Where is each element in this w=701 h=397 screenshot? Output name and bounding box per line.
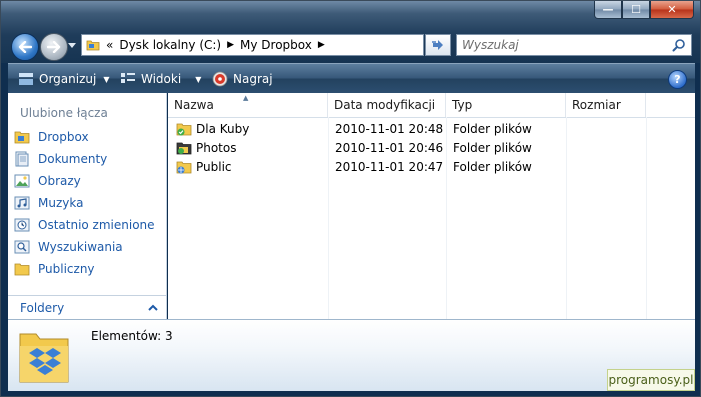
sidebar-item-music[interactable]: Muzyka [14,193,83,213]
minimize-button[interactable]: — [594,1,622,19]
close-icon: ✕ [667,3,677,16]
burn-label: Nagraj [233,72,273,86]
file-type: Folder plików [453,140,532,155]
file-name: Photos [196,140,237,155]
refresh-button[interactable] [425,34,451,56]
maximize-icon: ☐ [631,3,641,16]
file-list: ▲ Nazwa Data modyfikacji Typ Rozmiar Dla… [168,93,695,319]
search-input[interactable]: Wyszukaj [462,38,670,52]
organize-label: Organizuj [39,72,97,86]
chevron-right-icon[interactable]: ▶ [227,40,234,50]
file-name-cell[interactable]: Photos [176,140,236,156]
views-icon [121,73,135,83]
folders-label: Foldery [20,300,65,315]
explorer-window: — ☐ ✕ « Dysk lokalny (C:) ▶ My Dropbox ▶… [0,0,701,397]
details-pane: Elementów: 3 [8,319,695,391]
column-label: Typ [452,98,473,112]
address-overflow[interactable]: « [106,38,113,52]
chevron-up-icon [148,304,158,311]
table-row[interactable]: Public 2010-11-01 20:47 Folder plików [168,157,695,176]
music-icon [14,196,30,210]
search-icon[interactable] [670,36,688,54]
close-button[interactable]: ✕ [650,1,694,19]
sidebar-item-label: Wyszukiwania [38,240,123,254]
arrow-right-icon [47,41,61,53]
file-name: Dla Kuby [196,121,250,136]
views-menu[interactable]: Widoki ▼ [120,70,201,88]
public-folder-icon [176,161,192,173]
column-header-type[interactable]: Typ [446,93,566,117]
favorite-links-title: Ulubione łącza [20,106,108,120]
sidebar-item-dropbox[interactable]: Dropbox [14,127,89,147]
sidebar-item-label: Dropbox [38,130,89,144]
search-box[interactable]: Wyszukaj [456,34,692,56]
pictures-icon [14,174,30,188]
sidebar-item-label: Dokumenty [38,152,108,166]
burn-button[interactable]: Nagraj [212,70,273,88]
chevron-right-icon[interactable]: ▶ [318,40,325,50]
sidebar-item-label: Publiczny [38,262,95,276]
item-count: Elementów: 3 [91,329,173,343]
sort-ascending-icon: ▲ [243,94,249,102]
back-button[interactable] [11,33,39,61]
column-label: Nazwa [174,98,214,112]
shared-folder-icon [176,123,192,135]
sidebar-item-label: Ostatnio zmienione [38,218,155,232]
file-type: Folder plików [453,121,532,136]
file-name-cell[interactable]: Dla Kuby [176,121,249,137]
column-headers: ▲ Nazwa Data modyfikacji Typ Rozmiar [168,93,695,118]
help-button[interactable]: ? [668,70,687,89]
command-bar: Organizuj ▼ Widoki ▼ Nagraj ? [8,63,695,93]
recent-icon [14,218,30,232]
forward-button[interactable] [40,33,68,61]
column-label: Rozmiar [572,98,621,112]
breadcrumb-my-dropbox[interactable]: My Dropbox [240,38,312,52]
dropbox-folder-icon [19,333,69,383]
searches-icon [14,240,30,254]
navigation-pane: Ulubione łącza Dropbox Dokumenty Obrazy … [8,93,167,319]
column-header-size[interactable]: Rozmiar [566,93,646,117]
column-header-date[interactable]: Data modyfikacji [328,93,446,117]
file-name: Public [196,159,232,174]
recent-pages-dropdown[interactable] [67,41,77,51]
arrow-left-icon [18,41,32,53]
documents-icon [15,151,29,167]
table-row[interactable]: Photos 2010-11-01 20:46 Folder plików [168,138,695,157]
dropbox-folder-icon [14,131,30,144]
caret-down-icon: ▼ [103,74,110,84]
views-label: Widoki [141,72,182,86]
minimize-icon: — [602,3,614,16]
sidebar-item-label: Obrazy [38,174,81,188]
disc-burn-icon [212,71,228,87]
photos-folder-icon [176,142,192,154]
address-bar[interactable]: « Dysk lokalny (C:) ▶ My Dropbox ▶ [81,34,424,56]
file-date: 2010-11-01 20:48 [335,121,444,136]
file-date: 2010-11-01 20:46 [335,140,444,155]
sidebar-item-documents[interactable]: Dokumenty [14,149,107,169]
organize-menu[interactable]: Organizuj ▼ [18,70,109,88]
file-type: Folder plików [453,159,532,174]
folder-icon [86,40,100,51]
file-name-cell[interactable]: Public [176,159,232,175]
folders-toggle[interactable]: Foldery [8,295,166,319]
caret-down-icon: ▼ [195,74,202,84]
file-date: 2010-11-01 20:47 [335,159,444,174]
refresh-icon [432,40,443,50]
sidebar-item-searches[interactable]: Wyszukiwania [14,237,123,257]
window-controls: — ☐ ✕ [594,1,694,19]
sidebar-item-label: Muzyka [38,196,84,210]
chevron-down-icon [68,43,76,48]
column-label: Data modyfikacji [334,98,436,112]
sidebar-item-public[interactable]: Publiczny [14,259,95,279]
maximize-button[interactable]: ☐ [622,1,650,19]
sidebar-item-recent[interactable]: Ostatnio zmienione [14,215,155,235]
organize-icon [19,73,33,85]
table-row[interactable]: Dla Kuby 2010-11-01 20:48 Folder plików [168,119,695,138]
public-folder-icon [14,263,30,276]
column-header-name[interactable]: ▲ Nazwa [168,93,328,117]
watermark-logo: programosy.pl [607,369,695,391]
sidebar-item-pictures[interactable]: Obrazy [14,171,81,191]
breadcrumb-drive[interactable]: Dysk lokalny (C:) [119,38,221,52]
